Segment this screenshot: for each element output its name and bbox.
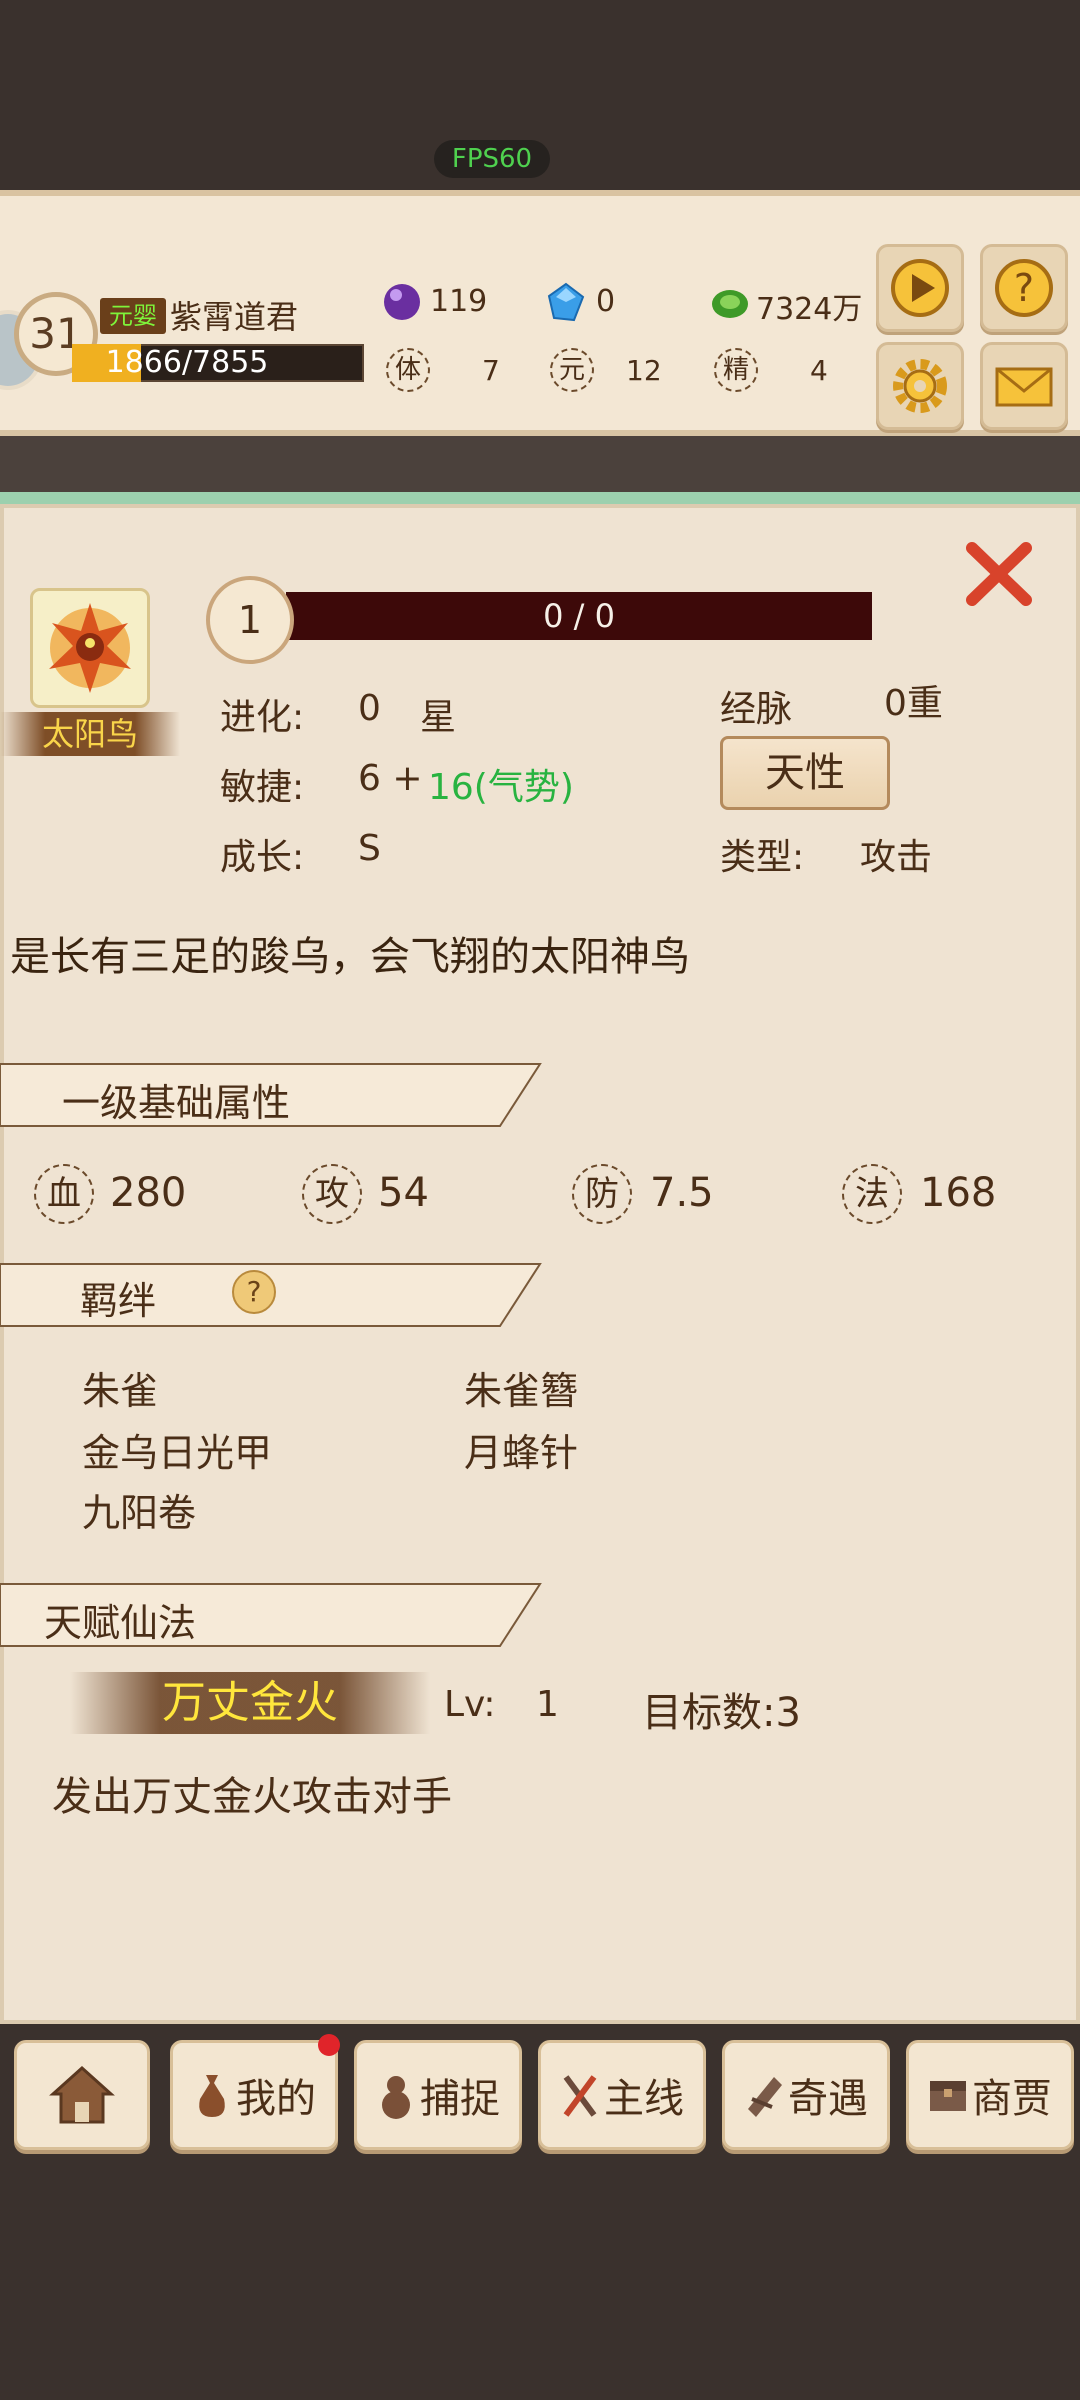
- evolution-unit: 星: [420, 697, 457, 738]
- nav-adventure-label: 奇遇: [788, 2076, 868, 2122]
- stat-seal-hp: 血: [34, 1164, 94, 1224]
- bond-item: 朱雀: [82, 1369, 159, 1413]
- stat-seal-defense: 防: [572, 1164, 632, 1224]
- attr-value-yuan: 12: [626, 354, 662, 387]
- pet-hp-text: 0 / 0: [543, 597, 615, 635]
- nav-capture-button[interactable]: 捕捉: [354, 2040, 522, 2150]
- player-name: 紫霄道君: [170, 298, 299, 336]
- mail-button[interactable]: [980, 342, 1068, 430]
- nav-main-label: 主线: [604, 2076, 684, 2122]
- header-divider: [0, 436, 1080, 492]
- bond-item: 金乌日光甲: [82, 1431, 273, 1475]
- skill-name[interactable]: 万丈金火: [70, 1672, 430, 1734]
- realm-badge: 元婴: [100, 298, 166, 334]
- gear-icon: [893, 359, 947, 413]
- pet-level: 1: [206, 576, 294, 664]
- nav-trade-button[interactable]: 商贾: [906, 2040, 1074, 2150]
- bond-item: 月蜂针: [464, 1431, 579, 1475]
- purple-gem-count: 119: [430, 284, 488, 319]
- svg-text:?: ?: [1014, 266, 1034, 310]
- attr-seal-spirit: 精: [714, 348, 758, 392]
- help-button[interactable]: ?: [980, 244, 1068, 332]
- nav-mine-label: 我的: [236, 2076, 316, 2122]
- settings-button[interactable]: [876, 342, 964, 430]
- section-title-talent: 天赋仙法: [44, 1601, 197, 1645]
- stat-value-defense: 7.5: [650, 1170, 714, 1216]
- nav-main-button[interactable]: 主线: [538, 2040, 706, 2150]
- stat-value-magic: 168: [920, 1170, 997, 1216]
- stat-value-hp: 280: [110, 1170, 187, 1216]
- blue-gem-icon: [547, 282, 585, 322]
- fps-indicator: FPS60: [434, 140, 550, 178]
- home-icon: [49, 2065, 115, 2124]
- agility-base: 6 +: [358, 758, 423, 799]
- agility-bonus: 16(气势): [428, 767, 574, 808]
- nav-adventure-button[interactable]: 奇遇: [722, 2040, 890, 2150]
- chest-icon: [930, 2081, 966, 2111]
- bond-item: 朱雀簪: [464, 1369, 579, 1413]
- meridian-value: 0重: [884, 683, 943, 724]
- section-title-bonds: 羁绊: [80, 1279, 157, 1323]
- coin-count: 7324万: [756, 292, 863, 327]
- coin-icon: [712, 290, 748, 318]
- sun-bird-icon: [49, 603, 131, 693]
- attr-seal-yuan: 元: [550, 348, 594, 392]
- evolution-label: 进化:: [220, 697, 305, 738]
- play-button[interactable]: [876, 244, 964, 332]
- skill-description: 发出万丈金火攻击对手: [52, 1774, 452, 1820]
- evolution-value: 0: [358, 688, 381, 729]
- pet-name: 太阳鸟: [41, 715, 138, 753]
- bag-icon: [199, 2075, 225, 2117]
- crossed-swords-icon: [563, 2075, 597, 2117]
- stat-value-attack: 54: [378, 1170, 429, 1216]
- stat-seal-attack: 攻: [302, 1164, 362, 1224]
- section-title-basic: 一级基础属性: [62, 1081, 291, 1125]
- skill-level-value: 1: [536, 1684, 559, 1725]
- type-value: 攻击: [860, 837, 933, 878]
- mail-icon: [995, 367, 1053, 407]
- attr-value-spirit: 4: [810, 354, 828, 387]
- skill-targets: 目标数:3: [642, 1690, 801, 1736]
- purple-gem-icon: [384, 284, 420, 320]
- pet-description: 是长有三足的踆乌，会飞翔的太阳神鸟: [10, 934, 690, 980]
- agility-label: 敏捷:: [220, 767, 305, 808]
- nav-trade-label: 商贾: [972, 2076, 1052, 2122]
- scroll-icon: [748, 2077, 782, 2117]
- meridian-label: 经脉: [720, 689, 793, 730]
- exp-text: 1866/7855: [105, 345, 269, 380]
- type-label: 类型:: [720, 837, 805, 878]
- notification-dot: [318, 2034, 340, 2056]
- bond-item: 九阳卷: [82, 1491, 197, 1535]
- blue-gem-count: 0: [596, 284, 616, 319]
- header-accent-line: [0, 492, 1080, 504]
- nav-capture-label: 捕捉: [420, 2076, 500, 2122]
- play-icon: [891, 259, 949, 317]
- pet-portrait[interactable]: [30, 588, 150, 708]
- growth-value: S: [358, 828, 381, 869]
- skill-level-label: Lv:: [444, 1684, 496, 1725]
- attr-seal-body: 体: [386, 348, 430, 392]
- nav-home-button[interactable]: [14, 2040, 150, 2150]
- help-icon: ?: [995, 259, 1053, 317]
- stat-seal-magic: 法: [842, 1164, 902, 1224]
- nature-button[interactable]: 天性: [720, 736, 890, 810]
- close-icon[interactable]: [960, 536, 1040, 616]
- gourd-icon: [382, 2076, 410, 2119]
- nav-mine-button[interactable]: 我的: [170, 2040, 338, 2150]
- attr-value-body: 7: [482, 354, 500, 387]
- bonds-help-icon[interactable]: ?: [232, 1270, 276, 1314]
- growth-label: 成长:: [220, 837, 305, 878]
